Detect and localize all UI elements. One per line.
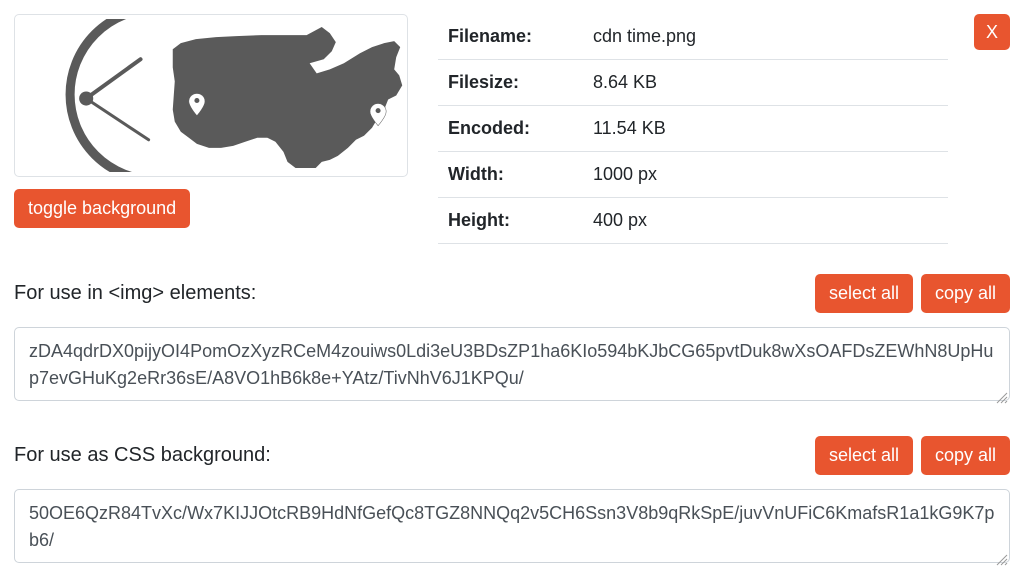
toggle-background-button[interactable]: toggle background [14,189,190,228]
info-row-height: Height: 400 px [438,198,948,244]
img-section-title: For use in <img> elements: [14,282,256,305]
encoded-value: 11.54 KB [583,106,948,152]
filename-value: cdn time.png [583,14,948,60]
us-map-icon [173,27,403,168]
encoded-label: Encoded: [438,106,583,152]
height-value: 400 px [583,198,948,244]
info-row-filename: Filename: cdn time.png [438,14,948,60]
preview-graphic [19,19,403,172]
width-label: Width: [438,152,583,198]
info-row-width: Width: 1000 px [438,152,948,198]
img-select-all-button[interactable]: select all [815,274,913,313]
info-row-filesize: Filesize: 8.64 KB [438,60,948,106]
image-preview [14,14,408,177]
css-background-section: For use as CSS background: select all co… [14,436,1010,568]
close-button[interactable]: X [974,14,1010,50]
filename-label: Filename: [438,14,583,60]
info-row-encoded: Encoded: 11.54 KB [438,106,948,152]
img-elements-section: For use in <img> elements: select all co… [14,274,1010,406]
file-info-table: Filename: cdn time.png Filesize: 8.64 KB… [438,14,948,244]
img-code-textarea[interactable] [14,327,1010,401]
css-section-title: For use as CSS background: [14,444,271,467]
height-label: Height: [438,198,583,244]
filesize-value: 8.64 KB [583,60,948,106]
css-copy-all-button[interactable]: copy all [921,436,1010,475]
css-code-textarea[interactable] [14,489,1010,563]
width-value: 1000 px [583,152,948,198]
filesize-label: Filesize: [438,60,583,106]
css-select-all-button[interactable]: select all [815,436,913,475]
img-copy-all-button[interactable]: copy all [921,274,1010,313]
clock-icon [70,19,156,172]
